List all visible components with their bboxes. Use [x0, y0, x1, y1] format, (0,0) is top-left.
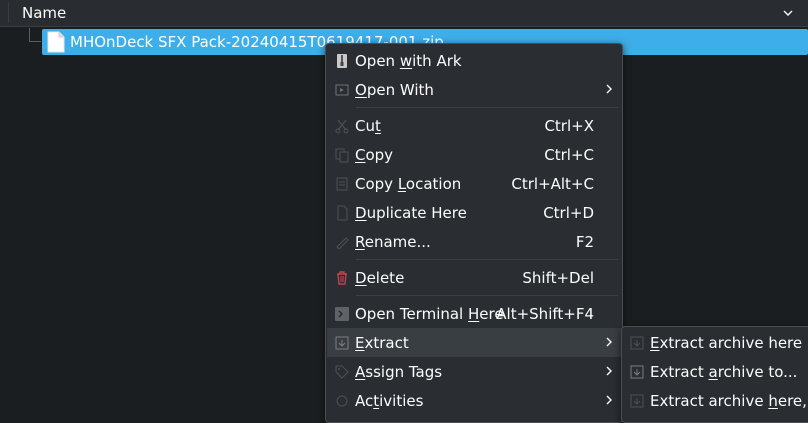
- menu-item-delete[interactable]: Delete Shift+Del: [327, 263, 621, 292]
- duplicate-icon: [337, 205, 348, 221]
- shortcut: Alt+Shift+F4: [496, 305, 594, 323]
- tag-icon: [335, 365, 349, 379]
- menu-item-open-terminal-here[interactable]: Open Terminal Here Alt+Shift+F4: [327, 299, 621, 328]
- menu-item-cut[interactable]: Cut Ctrl+X: [327, 111, 621, 140]
- menu-item-copy-location[interactable]: Copy Location Ctrl+Alt+C: [327, 169, 621, 198]
- menu-item-copy[interactable]: Copy Ctrl+C: [327, 140, 621, 169]
- trash-icon: [337, 271, 347, 285]
- chevron-right-icon: [606, 395, 612, 405]
- open-with-icon: [335, 84, 349, 96]
- chevron-right-icon: [606, 337, 612, 347]
- shortcut: Ctrl+D: [543, 204, 594, 222]
- header-separator: [8, 3, 9, 23]
- chevron-right-icon: [606, 366, 612, 376]
- menu-item-extract[interactable]: Extract: [327, 328, 621, 357]
- shortcut: Ctrl+X: [544, 117, 594, 135]
- shortcut: Ctrl+Alt+C: [511, 175, 594, 193]
- shortcut: Ctrl+C: [544, 146, 594, 164]
- extract-submenu: Extract archive here Extract archive to.…: [621, 326, 808, 423]
- shortcut: F2: [575, 233, 594, 251]
- menu-item-open-with-ark[interactable]: Open with Ark: [327, 46, 621, 75]
- submenu-item-extract-autodetect[interactable]: Extract archive here, au: [623, 386, 808, 415]
- rename-icon: [336, 237, 349, 250]
- extract-autodetect-icon: [630, 394, 644, 408]
- chevron-down-icon[interactable]: [782, 7, 794, 19]
- extract-to-icon: [630, 365, 644, 379]
- file-icon: [47, 31, 65, 53]
- column-title-name[interactable]: Name: [22, 4, 66, 22]
- submenu-item-extract-here[interactable]: Extract archive here: [623, 328, 808, 357]
- menu-separator: [356, 295, 618, 296]
- chevron-right-icon: [606, 84, 612, 94]
- copy-icon: [335, 148, 349, 163]
- menu-item-assign-tags[interactable]: Assign Tags: [327, 357, 621, 386]
- menu-item-duplicate-here[interactable]: Duplicate Here Ctrl+D: [327, 198, 621, 227]
- copy-location-icon: [336, 177, 348, 191]
- submenu-item-extract-to[interactable]: Extract archive to...: [623, 357, 808, 386]
- menu-item-rename[interactable]: Rename... F2: [327, 227, 621, 256]
- tree-branch-line: [29, 28, 30, 42]
- extract-icon: [335, 336, 349, 350]
- ark-icon: [337, 54, 347, 68]
- cut-icon: [335, 119, 349, 134]
- extract-here-icon: [630, 336, 644, 350]
- tree-branch-line: [29, 41, 41, 42]
- terminal-icon: [335, 307, 349, 321]
- column-header[interactable]: Name: [0, 0, 808, 27]
- activities-icon: [336, 395, 348, 407]
- context-menu: Open with Ark Open With Cut Ctrl+X Copy …: [325, 43, 623, 423]
- menu-separator: [356, 107, 618, 108]
- shortcut: Shift+Del: [522, 269, 594, 287]
- menu-separator: [356, 259, 618, 260]
- menu-item-activities[interactable]: Activities: [327, 386, 621, 415]
- menu-item-open-with[interactable]: Open With: [327, 75, 621, 104]
